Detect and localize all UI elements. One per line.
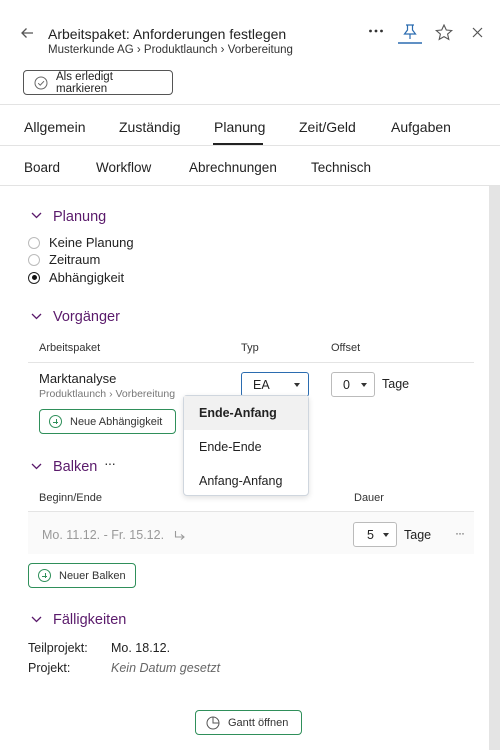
gantt-chart-icon <box>206 716 220 730</box>
subtabs-divider <box>0 185 500 186</box>
tab-zeit-geld[interactable]: Zeit/Geld <box>299 119 356 135</box>
type-select-value: EA <box>253 377 270 392</box>
title-text: Anforderungen festlegen <box>132 26 287 42</box>
radio-button-selected[interactable] <box>28 271 40 284</box>
duration-unit: Tage <box>404 528 432 542</box>
pin-icon[interactable] <box>398 22 422 44</box>
check-circle-icon <box>34 76 48 90</box>
tab-zustaendig[interactable]: Zuständig <box>119 119 180 135</box>
radio-zeitraum[interactable]: Zeitraum <box>28 252 100 267</box>
radio-abhaengigkeit[interactable]: Abhängigkeit <box>28 270 124 285</box>
due-label-projekt: Projekt: <box>28 661 71 675</box>
radio-label: Zeitraum <box>49 252 101 267</box>
duration-select[interactable]: 5 <box>353 522 397 547</box>
radio-button[interactable] <box>28 236 40 249</box>
radio-keine-planung[interactable]: Keine Planung <box>28 235 134 250</box>
predecessor-path: Produktlaunch › Vorbereitung <box>39 388 175 400</box>
section-title-faelligkeiten[interactable]: Fälligkeiten <box>53 612 126 628</box>
title-prefix: Arbeitspaket: <box>48 26 130 42</box>
add-dependency-button[interactable]: Neue Abhängigkeit <box>39 409 176 434</box>
due-label-teilprojekt: Teilprojekt: <box>28 641 88 655</box>
predecessor-path-item: Produktlaunch <box>39 388 107 400</box>
column-header-dauer: Dauer <box>354 492 384 504</box>
mark-done-label: Als erledigt markieren <box>56 70 113 95</box>
row-more-icon[interactable]: ··· <box>455 526 465 540</box>
tab-allgemein[interactable]: Allgemein <box>24 119 85 135</box>
table-header-divider <box>28 362 474 363</box>
caret-down-icon <box>383 532 389 537</box>
section-title-planung[interactable]: Planung <box>53 209 106 225</box>
type-dropdown-menu: Ende-Anfang Ende-Ende Anfang-Anfang <box>183 395 309 496</box>
dropdown-option-ende-anfang[interactable]: Ende-Anfang <box>184 396 308 430</box>
column-header-beginn-ende: Beginn/Ende <box>39 492 102 504</box>
subtab-workflow[interactable]: Workflow <box>96 160 151 175</box>
more-options-icon[interactable] <box>368 27 384 35</box>
tab-aufgaben[interactable]: Aufgaben <box>391 119 451 135</box>
breadcrumb-item[interactable]: Vorbereitung <box>228 44 293 56</box>
offset-select[interactable]: 0 <box>331 372 375 397</box>
subtab-board[interactable]: Board <box>24 160 60 175</box>
open-gantt-button[interactable]: Gantt öffnen <box>195 710 302 735</box>
caret-down-icon <box>361 382 367 387</box>
type-select[interactable]: EA <box>241 372 309 397</box>
section-title-balken[interactable]: Balken <box>53 459 97 475</box>
open-gantt-label: Gantt öffnen <box>228 716 289 729</box>
tab-planung[interactable]: Planung <box>214 119 265 135</box>
breadcrumb-separator: › <box>220 44 225 56</box>
breadcrumb-item[interactable]: Produktlaunch <box>144 44 218 56</box>
mark-done-button[interactable]: Als erledigt markieren <box>23 70 173 95</box>
close-icon[interactable] <box>472 27 483 38</box>
offset-unit: Tage <box>382 377 410 391</box>
chevron-down-icon[interactable] <box>31 616 42 623</box>
predecessor-name[interactable]: Marktanalyse <box>39 371 116 386</box>
caret-down-icon <box>294 382 300 387</box>
subtab-abrechnungen[interactable]: Abrechnungen <box>189 160 277 175</box>
breadcrumb: Musterkunde AG › Produktlaunch › Vorbere… <box>48 44 293 56</box>
scrollbar[interactable] <box>489 186 500 750</box>
star-icon[interactable] <box>435 24 453 41</box>
chevron-down-icon[interactable] <box>31 463 42 470</box>
add-dependency-label: Neue Abhängigkeit <box>70 415 163 428</box>
page-title: Arbeitspaket: Anforderungen festlegen <box>48 26 286 42</box>
dropdown-option-anfang-anfang[interactable]: Anfang-Anfang <box>184 464 308 498</box>
duration-select-value: 5 <box>367 527 374 542</box>
plus-circle-icon <box>49 415 62 428</box>
due-value-teilprojekt: Mo. 18.12. <box>111 641 171 655</box>
offset-select-value: 0 <box>343 377 350 392</box>
radio-label: Abhängigkeit <box>49 270 125 285</box>
bar-date-range[interactable]: Mo. 11.12. - Fr. 15.12. <box>42 528 164 542</box>
chevron-down-icon[interactable] <box>31 313 42 320</box>
link-arrow-icon <box>174 530 186 541</box>
add-bar-button[interactable]: Neuer Balken <box>28 563 136 588</box>
plus-circle-icon <box>38 569 51 582</box>
predecessor-path-item: Vorbereitung <box>115 388 176 400</box>
chevron-down-icon[interactable] <box>31 212 42 219</box>
section-title-vorgaenger[interactable]: Vorgänger <box>53 309 120 325</box>
header-divider <box>0 104 500 105</box>
add-bar-label: Neuer Balken <box>59 569 126 582</box>
tabs-divider <box>0 145 500 146</box>
column-header-arbeitspaket: Arbeitspaket <box>39 342 101 354</box>
column-header-typ: Typ <box>241 342 259 354</box>
radio-button[interactable] <box>28 253 40 266</box>
breadcrumb-separator: › <box>109 388 113 400</box>
dropdown-option-ende-ende[interactable]: Ende-Ende <box>184 430 308 464</box>
subtab-technisch[interactable]: Technisch <box>311 160 371 175</box>
breadcrumb-separator: › <box>136 44 141 56</box>
due-value-projekt: Kein Datum gesetzt <box>111 661 221 675</box>
back-arrow-icon[interactable] <box>20 26 34 40</box>
breadcrumb-item[interactable]: Musterkunde AG <box>48 44 134 56</box>
radio-label: Keine Planung <box>49 235 134 250</box>
balken-more-icon[interactable]: ··· <box>104 455 116 471</box>
column-header-offset: Offset <box>331 342 361 354</box>
